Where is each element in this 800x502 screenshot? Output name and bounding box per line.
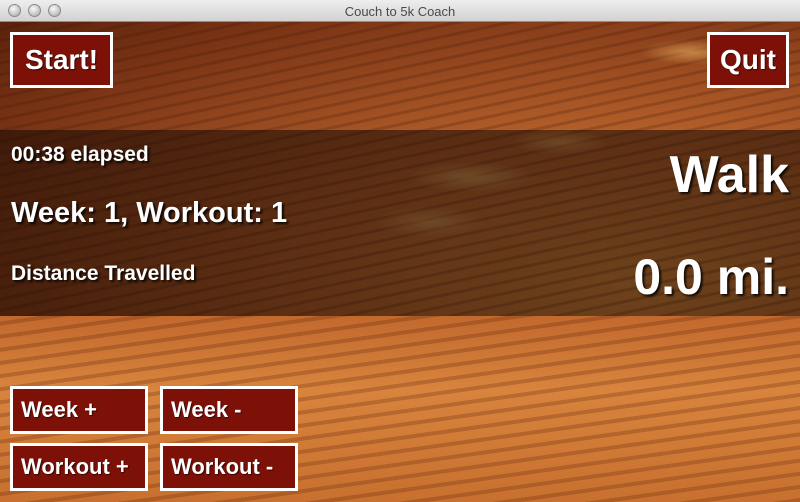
week-workout-label: Week: 1, Workout: 1 bbox=[11, 197, 288, 229]
workout-minus-button[interactable]: Workout - bbox=[160, 443, 298, 491]
current-phase: Walk bbox=[669, 146, 789, 204]
start-button[interactable]: Start! bbox=[10, 32, 113, 88]
workout-plus-button[interactable]: Workout + bbox=[10, 443, 148, 491]
week-plus-button[interactable]: Week + bbox=[10, 386, 148, 434]
elapsed-time: 00:38 elapsed bbox=[11, 143, 149, 166]
quit-button[interactable]: Quit bbox=[707, 32, 789, 88]
window-title: Couch to 5k Coach bbox=[344, 4, 456, 19]
title-bar: Couch to 5k Coach bbox=[0, 0, 800, 22]
distance-value: 0.0 mi. bbox=[633, 249, 789, 305]
app-window: Couch to 5k Coach Start! Quit 00:38 elap… bbox=[0, 0, 800, 502]
distance-label: Distance Travelled bbox=[11, 262, 196, 285]
week-minus-button[interactable]: Week - bbox=[160, 386, 298, 434]
